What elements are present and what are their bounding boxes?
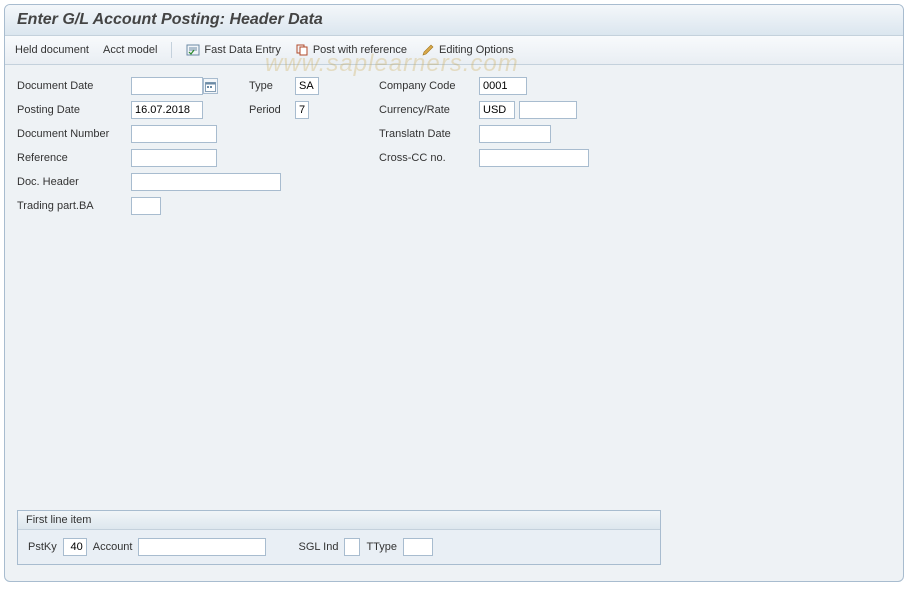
reference-label: Reference xyxy=(17,152,131,164)
pencil-icon xyxy=(421,43,435,57)
fast-data-entry-button[interactable]: Fast Data Entry xyxy=(186,43,280,57)
posting-date-label: Posting Date xyxy=(17,104,131,116)
rate-input[interactable] xyxy=(519,101,577,119)
editing-options-button[interactable]: Editing Options xyxy=(421,43,514,57)
cross-cc-no-label: Cross-CC no. xyxy=(379,152,479,164)
company-code-input[interactable] xyxy=(479,77,527,95)
first-line-item-title: First line item xyxy=(18,511,660,530)
trading-part-ba-label: Trading part.BA xyxy=(17,200,131,212)
post-with-reference-button[interactable]: Post with reference xyxy=(295,43,407,57)
acct-model-label: Acct model xyxy=(103,44,157,56)
editing-options-label: Editing Options xyxy=(439,44,514,56)
toolbar: Held document Acct model Fast Data Entry… xyxy=(5,36,903,65)
ttype-label: TType xyxy=(366,541,397,553)
company-code-label: Company Code xyxy=(379,80,479,92)
post-with-reference-label: Post with reference xyxy=(313,44,407,56)
pstky-input[interactable] xyxy=(63,538,87,556)
fast-data-entry-label: Fast Data Entry xyxy=(204,44,280,56)
pstky-label: PstKy xyxy=(28,541,57,553)
held-document-label: Held document xyxy=(15,44,89,56)
first-line-item-group: First line item PstKy Account SGL Ind TT… xyxy=(17,510,661,565)
period-label: Period xyxy=(249,104,295,116)
form-column-3: Company Code Currency/Rate Translatn Dat… xyxy=(379,75,659,217)
header-data-form: Document Date Posting Date Document Numb… xyxy=(5,65,903,217)
sgl-ind-input[interactable] xyxy=(344,538,360,556)
doc-header-label: Doc. Header xyxy=(17,176,131,188)
posting-date-input[interactable] xyxy=(131,101,203,119)
translatn-date-input[interactable] xyxy=(479,125,551,143)
form-column-2: Type Period xyxy=(249,75,379,217)
ttype-input[interactable] xyxy=(403,538,433,556)
form-column-1: Document Date Posting Date Document Numb… xyxy=(17,75,249,217)
document-date-label: Document Date xyxy=(17,80,131,92)
account-label: Account xyxy=(93,541,133,553)
page-title: Enter G/L Account Posting: Header Data xyxy=(17,11,891,29)
title-bar: Enter G/L Account Posting: Header Data xyxy=(5,5,903,36)
period-input[interactable] xyxy=(295,101,309,119)
date-picker-icon[interactable] xyxy=(203,78,218,94)
document-date-input[interactable] xyxy=(131,77,203,95)
type-label: Type xyxy=(249,80,295,92)
currency-rate-label: Currency/Rate xyxy=(379,104,479,116)
document-number-label: Document Number xyxy=(17,128,131,140)
currency-input[interactable] xyxy=(479,101,515,119)
toolbar-separator xyxy=(171,42,172,58)
acct-model-button[interactable]: Acct model xyxy=(103,44,157,56)
document-number-input[interactable] xyxy=(131,125,217,143)
copy-icon xyxy=(295,43,309,57)
main-window: Enter G/L Account Posting: Header Data H… xyxy=(4,4,904,582)
trading-part-ba-input[interactable] xyxy=(131,197,161,215)
account-input[interactable] xyxy=(138,538,266,556)
translatn-date-label: Translatn Date xyxy=(379,128,479,140)
first-line-item-body: PstKy Account SGL Ind TType xyxy=(18,530,660,564)
form-icon xyxy=(186,43,200,57)
type-input[interactable] xyxy=(295,77,319,95)
held-document-button[interactable]: Held document xyxy=(15,44,89,56)
sgl-ind-label: SGL Ind xyxy=(298,541,338,553)
cross-cc-no-input[interactable] xyxy=(479,149,589,167)
reference-input[interactable] xyxy=(131,149,217,167)
